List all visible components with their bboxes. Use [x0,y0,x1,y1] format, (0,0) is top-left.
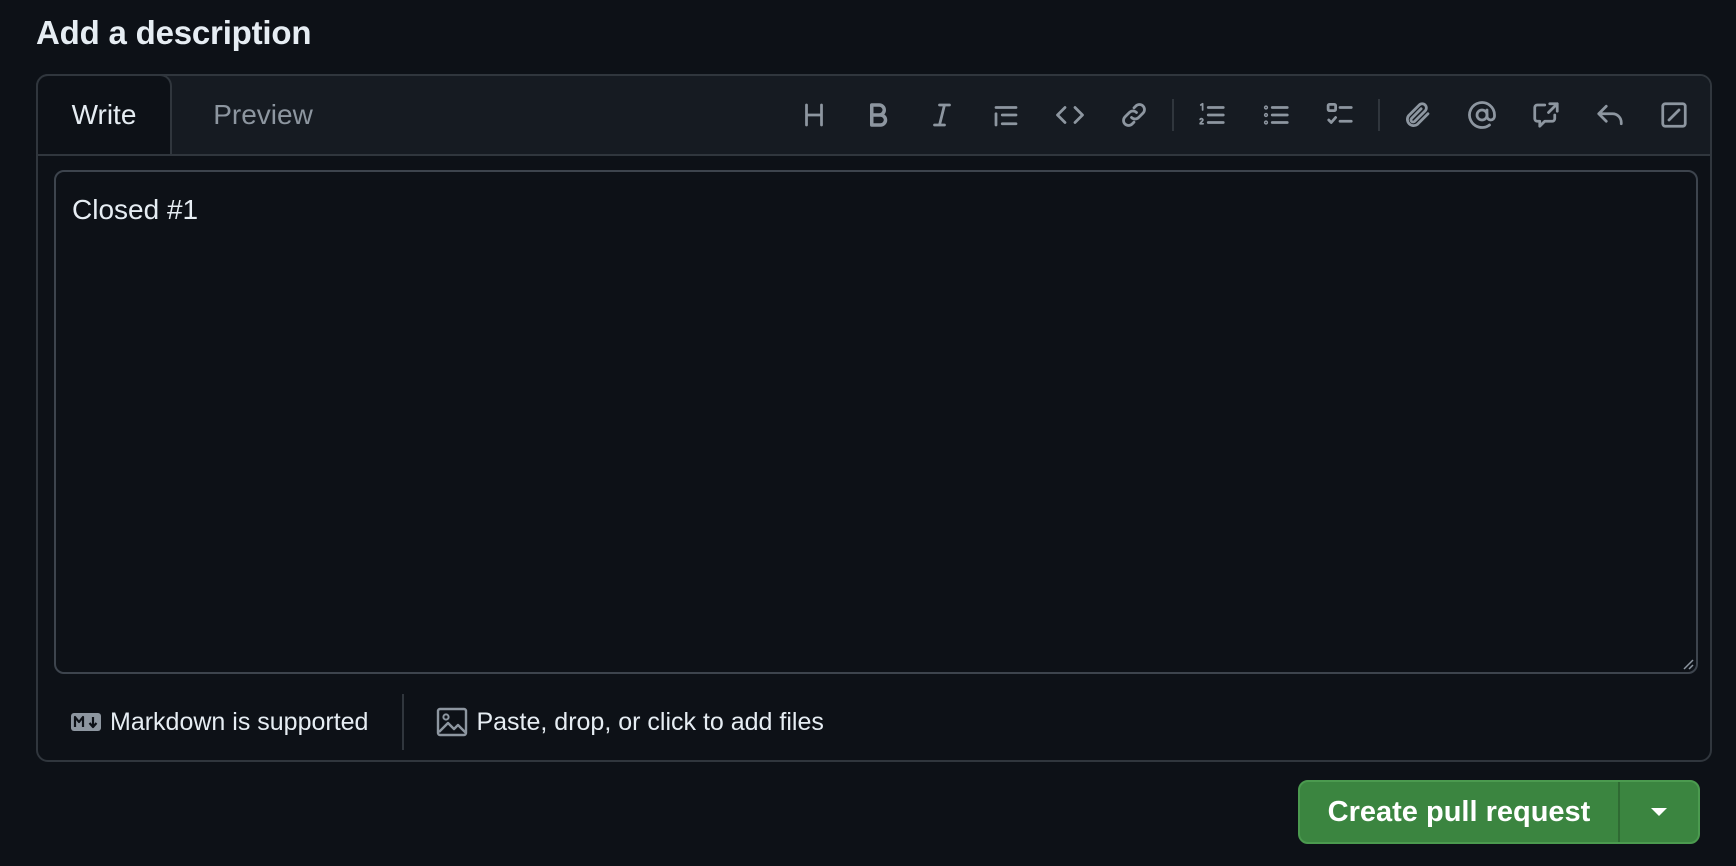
numbered-list-button[interactable] [1180,87,1244,143]
create-pull-request-button[interactable]: Create pull request [1300,782,1618,842]
caret-down-icon [1651,808,1667,816]
code-icon [1056,106,1084,124]
cross-reference-icon [1533,102,1559,128]
code-button[interactable] [1038,87,1102,143]
heading-button[interactable] [782,87,846,143]
image-icon [437,707,468,737]
link-button[interactable] [1102,87,1166,143]
fullscreen-icon [1661,102,1687,128]
create-options-dropdown[interactable] [1620,782,1698,842]
markdown-editor: Write Preview Closed #1 Markdown is supp… [36,74,1712,762]
tab-write[interactable]: Write [36,74,172,154]
tab-preview[interactable]: Preview [188,76,338,154]
formatting-toolbar [782,76,1706,154]
add-files-label: Paste, drop, or click to add files [476,707,824,736]
add-files-button[interactable]: Paste, drop, or click to add files [436,694,824,750]
description-text: Closed #1 [72,194,199,225]
markdown-supported-label: Markdown is supported [110,707,369,736]
unordered-list-button[interactable] [1244,87,1308,143]
cross-reference-button[interactable] [1514,87,1578,143]
fullscreen-button[interactable] [1642,87,1706,143]
resize-handle-icon[interactable] [1680,656,1694,670]
quote-button[interactable] [974,87,1038,143]
markdown-icon [71,713,101,731]
bold-button[interactable] [846,87,910,143]
unordered-list-icon [1263,105,1289,125]
editor-header: Write Preview [36,74,1710,156]
markdown-supported-link[interactable]: Markdown is supported [70,694,368,750]
footer-divider [402,694,405,750]
saved-reply-button[interactable] [1578,87,1642,143]
attach-button[interactable] [1386,87,1450,143]
bold-icon [870,103,888,127]
create-pull-request-group: Create pull request [1298,780,1700,844]
heading-icon [805,103,823,127]
editor-footer: Markdown is supported Paste, drop, or cl… [38,690,1710,754]
italic-icon [933,103,951,127]
toolbar-divider [1378,99,1380,131]
numbered-list-icon [1199,102,1225,125]
attach-icon [1406,102,1430,127]
task-list-button[interactable] [1308,87,1372,143]
section-title: Add a description [36,14,312,51]
mention-button[interactable] [1450,87,1514,143]
link-icon [1122,103,1146,127]
italic-button[interactable] [910,87,974,143]
task-list-icon [1326,103,1353,124]
toolbar-divider [1172,99,1174,131]
description-textarea[interactable]: Closed #1 [54,170,1698,674]
mention-icon [1468,101,1496,129]
quote-icon [994,106,1018,127]
page: Add a description Write Preview Closed #… [0,0,1736,866]
saved-reply-icon [1597,104,1623,126]
